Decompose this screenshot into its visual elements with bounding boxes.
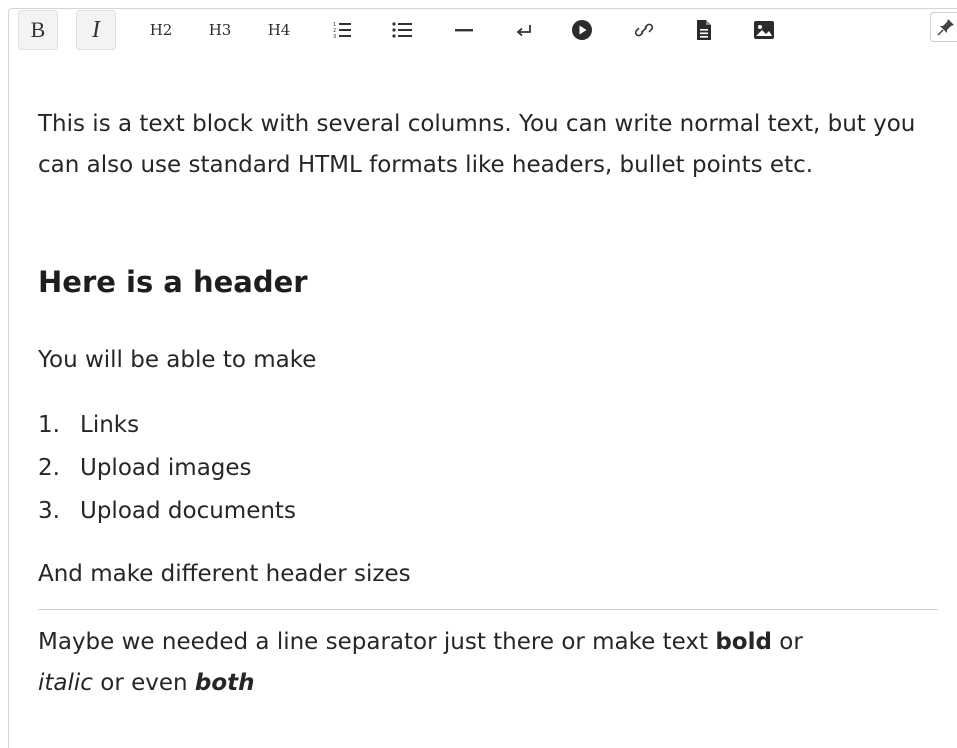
- bold-button[interactable]: B: [18, 10, 58, 50]
- video-icon: [572, 20, 592, 40]
- bold-label: B: [30, 17, 46, 42]
- image-icon: [754, 21, 774, 39]
- line-break-button[interactable]: [510, 10, 538, 50]
- list-item: 2. Upload images: [38, 447, 296, 490]
- document-button[interactable]: [690, 10, 718, 50]
- ordered-list-button[interactable]: 1 2 3: [328, 10, 356, 50]
- list-item: 1. Links: [38, 404, 296, 447]
- h2-button[interactable]: H2: [144, 10, 178, 50]
- after-list-paragraph: And make different header sizes: [38, 561, 411, 587]
- list-item-number: 3.: [38, 498, 60, 524]
- video-button[interactable]: [568, 10, 596, 50]
- list-item: 3. Upload documents: [38, 490, 296, 533]
- italic-text: italic: [38, 670, 93, 696]
- list-item-text: Upload documents: [80, 498, 296, 524]
- final-paragraph: Maybe we needed a line separator just th…: [38, 622, 943, 704]
- h4-button[interactable]: H4: [262, 10, 296, 50]
- list-item-number: 2.: [38, 455, 60, 481]
- lead-paragraph: You will be able to make: [38, 347, 317, 373]
- svg-text:3: 3: [333, 34, 336, 40]
- line-break-icon: [516, 25, 531, 37]
- image-button[interactable]: [750, 10, 778, 50]
- final-text-mid: or: [771, 629, 803, 655]
- content-header: Here is a header: [38, 265, 308, 299]
- list-item-text: Upload images: [80, 455, 252, 481]
- horizontal-rule: [38, 609, 938, 610]
- pin-button[interactable]: [930, 12, 957, 42]
- final-text-start: Maybe we needed a line separator just th…: [38, 629, 716, 655]
- ordered-list-icon: 1 2 3: [333, 22, 351, 40]
- list-item-number: 1.: [38, 412, 60, 438]
- link-icon: [634, 23, 654, 37]
- bold-italic-text: both: [194, 670, 255, 696]
- unordered-list-button[interactable]: [388, 10, 416, 50]
- intro-paragraph: This is a text block with several column…: [38, 111, 916, 178]
- h4-label: H4: [267, 21, 291, 39]
- link-button[interactable]: [630, 10, 658, 50]
- italic-label: I: [92, 16, 100, 43]
- ordered-list: 1. Links 2. Upload images 3. Upload docu…: [38, 404, 296, 533]
- document-icon: [697, 20, 711, 40]
- horizontal-rule-icon: [455, 29, 473, 32]
- h3-label: H3: [208, 21, 232, 39]
- unordered-list-icon: [392, 22, 412, 38]
- editor-toolbar: B I H2 H3 H4 1 2 3: [8, 10, 957, 52]
- bold-text: bold: [715, 629, 772, 655]
- h2-label: H2: [149, 21, 173, 39]
- final-text-mid2: or even: [92, 670, 195, 696]
- h3-button[interactable]: H3: [203, 10, 237, 50]
- horizontal-rule-button[interactable]: [450, 10, 478, 50]
- italic-button[interactable]: I: [76, 10, 116, 50]
- pin-icon: [936, 19, 954, 36]
- list-item-text: Links: [80, 412, 140, 438]
